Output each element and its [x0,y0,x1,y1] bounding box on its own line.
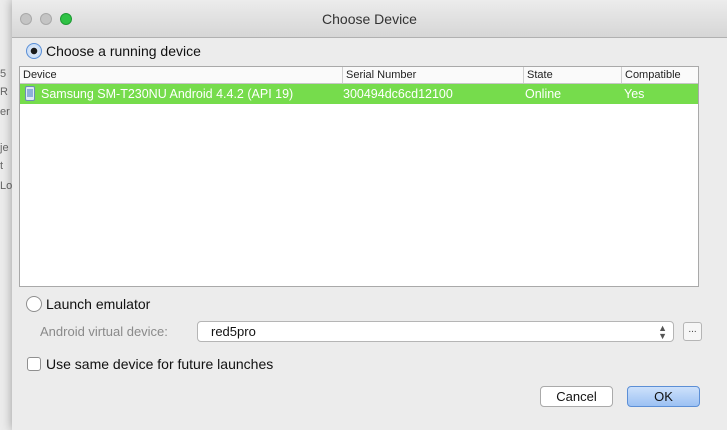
column-header-state[interactable]: State [524,67,622,83]
background-text: Lo [0,180,12,192]
serial-number-cell: 300494dc6cd12100 [343,87,453,101]
background-text: je [0,142,9,154]
column-header-compatible[interactable]: Compatible [622,67,698,83]
device-name-cell: Samsung SM-T230NU Android 4.4.2 (API 19) [41,87,294,101]
column-header-serial[interactable]: Serial Number [343,67,524,83]
device-table[interactable]: Device Serial Number State Compatible Sa… [19,66,699,287]
stepper-arrows-icon: ▲ ▼ [658,323,667,341]
same-device-checkbox[interactable] [27,357,41,371]
background-text: er [0,106,10,118]
same-device-label[interactable]: Use same device for future launches [46,356,273,372]
compatible-cell: Yes [624,87,645,101]
choose-device-dialog: Choose Device Choose a running device De… [12,0,727,430]
avd-selected-value: red5pro [211,324,256,339]
column-header-device[interactable]: Device [20,67,343,83]
background-text: t [0,160,4,172]
title-bar: Choose Device [12,0,727,38]
ok-button[interactable]: OK [627,386,700,407]
launch-emulator-label[interactable]: Launch emulator [46,296,150,312]
background-text: 5 [0,68,7,80]
choose-running-device-label[interactable]: Choose a running device [46,43,201,59]
avd-label: Android virtual device: [40,324,168,339]
avd-select[interactable]: red5pro ▲ ▼ [197,321,674,342]
table-header: Device Serial Number State Compatible [20,67,698,84]
table-row[interactable]: Samsung SM-T230NU Android 4.4.2 (API 19)… [20,84,698,104]
choose-running-device-radio[interactable] [26,43,42,59]
tablet-icon [25,86,35,101]
browse-avd-button[interactable]: ... [683,322,702,341]
launch-emulator-radio[interactable] [26,296,42,312]
window-title: Choose Device [322,11,417,27]
state-cell: Online [525,87,562,101]
background-text: R [0,86,8,98]
cancel-button[interactable]: Cancel [540,386,613,407]
